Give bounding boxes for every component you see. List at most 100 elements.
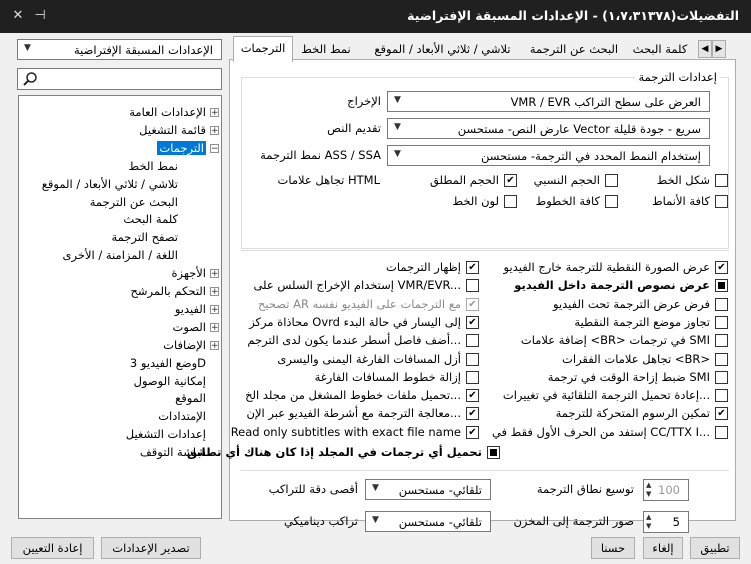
tree-item[interactable]: الإضافات [163,337,206,354]
chevron-down-icon: ▼ [372,483,379,493]
checkbox-box[interactable] [715,334,728,348]
tree-item[interactable]: البحث عن الترجمة [90,194,178,211]
checkmark-icon[interactable] [715,261,728,274]
checkbox-box[interactable] [715,297,728,311]
reset-button[interactable]: إعادة التعيين [11,537,94,559]
checkbox-box[interactable] [466,370,479,384]
tab-font-style[interactable]: نمط الخط [295,38,357,60]
checkmark-icon[interactable] [504,174,517,187]
checkbox-box[interactable] [466,279,479,293]
tree-item[interactable]: وضع الفيديو 3D [130,355,206,372]
ok-button[interactable]: حسنا [591,537,635,559]
checkbox-label: شكل الخط [656,173,710,187]
text-render-combo[interactable]: عارض النص- مستحسن Vector سريع - جودة قلي… [387,118,710,139]
checkbox-box[interactable] [715,174,728,187]
max-resolution-combo[interactable]: تلقائي- مستحسن ▼ [365,479,491,500]
checkbox-label: إظهار الترجمات [386,260,461,274]
dynamic-overlay-combo[interactable]: تلقائي- مستحسن ▼ [365,511,491,532]
tree-item[interactable]: كلمة البحث [123,211,178,228]
close-icon[interactable]: ✕ [8,6,28,26]
tab-scroll-left-button[interactable]: ◀ [698,40,712,58]
expand-range-spinner[interactable]: 100 ▲ ▼ [643,479,689,501]
separator [241,250,729,251]
tree-item[interactable]: تلاشي / ثلاثي الأبعاد / الموقع [42,176,178,193]
search-input[interactable] [17,68,222,90]
checkmark-icon[interactable] [466,389,479,403]
checkbox-label: تحميل أي ترجمات في المجلد إذا كان هناك أ… [186,445,482,459]
checkbox-box[interactable] [487,446,500,459]
title-bar: ✕ ⊣ التفضيلات(١،٧،٣١٣٧٨) - الإعدادات الم… [0,0,751,33]
checkbox-label: محاذاة مركز Ovrd إلى اليسار في حالة البد… [249,314,461,329]
checkmark-icon[interactable] [466,297,479,311]
checkmark-icon[interactable] [466,315,479,329]
tab-fade-3d-position[interactable]: تلاشي / ثلاثي الأبعاد / الموقع [362,38,523,60]
collapse-icon[interactable]: − [210,143,219,153]
expand-icon[interactable]: + [210,125,219,135]
checkbox-label: كافة الأنماط [651,194,710,208]
checkmark-icon[interactable] [715,407,728,421]
tree-item[interactable]: اللغة / المزامنة / الأخرى [63,247,178,264]
checkbox-box[interactable] [715,315,728,329]
checkbox-box[interactable] [605,195,618,208]
checkmark-icon[interactable] [466,261,479,274]
checkbox-label: إستفد من الحرف الأول فقط في CC/TTX I... [491,424,710,439]
tree-item[interactable]: الإعدادات العامة [129,104,206,121]
tree-item[interactable]: الفيديو [175,301,206,318]
tree-item[interactable]: تصفح الترجمة [111,229,178,246]
checkbox-box[interactable] [504,195,517,208]
checkbox-box[interactable] [605,174,618,187]
expand-icon[interactable]: + [210,340,219,350]
checkbox-label: كافة الخطوط [535,194,600,208]
spinner-arrows-icon[interactable]: ▲ ▼ [646,513,658,531]
tree-item[interactable]: قائمة التشغيل [139,122,206,139]
expand-icon[interactable]: + [210,322,219,332]
cancel-button[interactable]: إلغاء [643,537,683,559]
checkbox-box[interactable] [715,195,728,208]
checkbox-box[interactable] [466,334,479,348]
checkmark-icon[interactable] [466,425,479,439]
tree-item-label: وضع الفيديو 3D [129,355,206,370]
export-settings-button[interactable]: تصدير الإعدادات [101,537,201,559]
tree-item[interactable]: إعدادات التشغيل [126,426,206,443]
tree-item[interactable]: نمط الخط [129,158,178,175]
expand-icon[interactable]: + [210,304,219,314]
tree-item-label: نمط الخط [128,158,178,173]
pin-icon[interactable]: ⊣ [30,6,50,26]
tree-item[interactable]: الموقع [175,390,206,407]
expand-range-label: توسيع نطاق الترجمة [536,482,634,496]
tree-item[interactable]: الصوت [173,319,206,336]
tab-subtitles[interactable]: الترجمات [233,36,293,62]
tree-item[interactable]: الترجمات [157,140,206,157]
checkbox-box[interactable] [466,352,479,366]
preset-combo[interactable]: الإعدادات المسبقة الإفتراضية ▼ [17,39,222,60]
tree-item[interactable]: الإمتدادات [158,408,206,425]
ass-style-combo[interactable]: إستخدام النمط المحدد في الترجمة- مستحسن … [387,145,710,166]
ass-style-label: نمط الترجمة ASS / SSA [260,148,381,162]
apply-button[interactable]: تطبيق [690,537,740,559]
checkbox-box[interactable] [715,352,728,366]
tree-item[interactable]: الأجهزة [171,265,206,282]
tree-item[interactable]: إمكانية الوصول [134,373,206,390]
checkbox-label: أضف فاصل أسطر عندما يكون لدى الترجم... [247,333,461,348]
tree-item-label: تلاشي / ثلاثي الأبعاد / الموقع [41,176,178,191]
expand-icon[interactable]: + [210,108,219,118]
output-combo[interactable]: VMR / EVR العرض على سطح التراكب ▼ [387,91,710,112]
expand-icon[interactable]: + [210,287,219,297]
checkbox-box[interactable] [715,389,728,403]
tab-scroll-right-button[interactable]: ▶ [712,40,726,58]
tree-item[interactable]: التحكم بالمرشح [130,283,206,300]
expand-icon[interactable]: + [210,269,219,279]
tab-keyword[interactable]: كلمة البحث [625,38,695,60]
dynamic-overlay-label: تراكب ديناميكي [283,514,358,528]
checkmark-icon[interactable] [466,407,479,421]
checkbox-box[interactable] [715,425,728,439]
tree-item-label: الموقع [175,391,206,406]
checkbox-label: إستخدام الإخراج السلس على VMR/EVR... [253,278,461,293]
checkbox-label: معالجة الترجمة مع أشرطة الفيديو عبر الإن… [246,406,461,421]
checkbox-label: الحجم النسبي [533,173,600,187]
buffer-images-spinner[interactable]: 5 ▲ ▼ [643,511,689,533]
spinner-arrows-icon[interactable]: ▲ ▼ [646,481,658,499]
checkbox-box[interactable] [715,370,728,384]
tab-subtitle-search[interactable]: البحث عن الترجمة [527,38,621,60]
checkbox-box[interactable] [715,279,728,293]
